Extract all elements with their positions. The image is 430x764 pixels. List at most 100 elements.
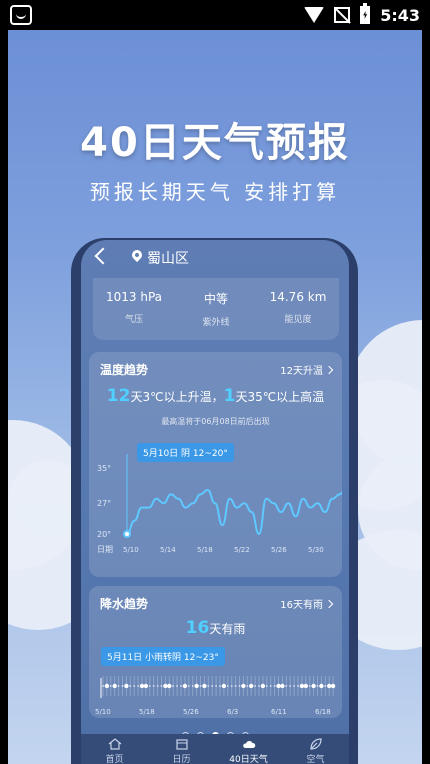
day-dot xyxy=(176,685,179,687)
day-dot xyxy=(187,685,190,687)
day-dot xyxy=(258,685,260,687)
rain-drop-icon xyxy=(276,683,281,689)
temperature-series-line xyxy=(126,488,342,536)
day-dot xyxy=(254,685,257,687)
battery-charging-icon xyxy=(360,3,371,24)
day-dot xyxy=(293,685,296,687)
rain-drop-icon xyxy=(327,683,332,689)
rain-drop-icon xyxy=(330,683,336,689)
day-dot xyxy=(137,685,140,687)
rain-days-text: 天有雨 xyxy=(209,622,246,636)
temperature-trend-link[interactable]: 12天升温 xyxy=(280,362,334,377)
rain-drop-icon xyxy=(221,683,227,689)
back-icon[interactable] xyxy=(94,247,112,265)
rain-drop-icon xyxy=(299,683,305,689)
weather-stats: 1013 hPa 气压 中等 紫外线 14.76 km 能见度 xyxy=(93,278,339,340)
x-tick-label: 5/26 xyxy=(271,546,287,554)
rain-drop-icon xyxy=(194,683,199,689)
phone-screen: 蜀山区 1013 hPa 气压 中等 紫外线 14.76 km 能见度 温度趋势… xyxy=(81,240,349,764)
y-tick-label: 27° xyxy=(97,499,111,508)
x-tick-label: 5/30 xyxy=(308,546,324,554)
rain-drop-icon xyxy=(319,683,324,689)
day-dot xyxy=(133,685,136,687)
warming-days-count: 12 xyxy=(106,386,131,406)
rain-drop-icon xyxy=(280,683,285,689)
rain-drop-icon xyxy=(167,683,172,689)
day-dot xyxy=(191,685,194,687)
day-dot xyxy=(226,685,229,687)
status-bar: 5:43 xyxy=(0,0,430,30)
day-dot xyxy=(273,685,276,687)
x-tick-label: 5/14 xyxy=(160,546,176,554)
day-dot xyxy=(211,685,214,687)
day-dot xyxy=(129,685,132,687)
day-dot xyxy=(156,685,159,687)
stat-value: 14.76 km xyxy=(269,290,327,304)
x-tick-label: 6/18 xyxy=(315,708,331,716)
stat-label: 能见度 xyxy=(284,315,312,325)
stat-uv: 中等 紫外线 xyxy=(175,290,257,328)
leaf-icon xyxy=(309,738,322,750)
rain-drop-icon xyxy=(104,683,110,689)
rain-drop-icon xyxy=(311,683,316,689)
day-dot xyxy=(121,685,124,687)
x-tick-label: 5/10 xyxy=(95,708,111,716)
day-dot xyxy=(117,685,120,687)
location-name[interactable]: 蜀山区 xyxy=(147,248,189,268)
temperature-trend-link-label: 12天升温 xyxy=(280,366,323,377)
precipitation-trend-link-label: 16天有雨 xyxy=(280,600,323,611)
bottom-navigation: 首页 日历 40日天气 空气 xyxy=(81,734,349,764)
promo-screen: 40日天气预报 预报长期天气 安排打算 蜀山区 1013 hPa 气压 中等 紫… xyxy=(8,30,422,764)
wifi-icon xyxy=(304,7,325,23)
day-dot xyxy=(297,685,299,687)
precipitation-timeline: 5/10 5/18 5/26 6/3 6/11 6/18 xyxy=(95,676,336,716)
stat-label: 紫外线 xyxy=(202,318,230,328)
chevron-right-icon xyxy=(324,365,334,375)
rain-drop-icon xyxy=(124,683,129,689)
nav-40day[interactable]: 40日天气 xyxy=(215,738,282,764)
nav-label: 日历 xyxy=(172,755,191,764)
nav-home[interactable]: 首页 xyxy=(81,738,148,764)
day-dot xyxy=(308,685,311,687)
rain-drop-icon xyxy=(241,683,246,689)
temperature-tooltip: 5月10日 阴 12~20° xyxy=(137,443,234,462)
stat-value: 中等 xyxy=(203,292,228,306)
day-dot xyxy=(180,685,182,687)
x-tick-label: 5/22 xyxy=(234,546,250,554)
rain-drop-icon xyxy=(182,683,188,689)
day-dot xyxy=(316,685,319,687)
precipitation-trend-title: 降水趋势 xyxy=(100,597,149,611)
rain-drop-icon xyxy=(202,683,207,689)
day-dot xyxy=(238,685,241,687)
y-tick-label: 20° xyxy=(97,530,111,539)
cloud-icon xyxy=(242,741,255,748)
day-dot xyxy=(215,685,218,687)
rain-drop-icon xyxy=(303,683,308,689)
home-icon xyxy=(108,738,121,750)
rain-drop-icon xyxy=(249,683,254,689)
x-tick-label: 5/10 xyxy=(123,546,139,554)
rain-drop-icon xyxy=(163,683,168,689)
day-dot xyxy=(234,685,237,687)
status-icons: 5:43 xyxy=(304,3,420,26)
nav-calendar[interactable]: 日历 xyxy=(148,738,215,764)
day-dot xyxy=(199,685,202,687)
chevron-right-icon xyxy=(324,599,334,609)
nav-air[interactable]: 空气 xyxy=(282,738,349,764)
day-dot xyxy=(230,685,233,687)
location-pin-icon xyxy=(129,247,145,263)
rain-drop-icon xyxy=(112,683,117,689)
x-tick-label: 5/18 xyxy=(139,708,155,716)
hot-days-text: 天35℃以上高温 xyxy=(235,390,325,404)
temperature-trend-card: 温度趋势 12天升温 12天3℃以上升温，1天35℃以上高温 最高温将于06月0… xyxy=(89,352,342,577)
rain-days-count: 16 xyxy=(185,618,210,638)
x-axis-label: 日期 xyxy=(97,545,113,554)
day-dot xyxy=(219,685,221,687)
hot-days-count: 1 xyxy=(223,386,236,406)
temperature-trend-title: 温度趋势 xyxy=(100,363,149,377)
calendar-icon xyxy=(175,739,188,750)
promo-title: 40日天气预报 xyxy=(80,120,350,166)
screen-header: 蜀山区 xyxy=(81,240,349,278)
nav-label: 40日天气 xyxy=(229,755,268,764)
precipitation-trend-link[interactable]: 16天有雨 xyxy=(280,596,334,611)
